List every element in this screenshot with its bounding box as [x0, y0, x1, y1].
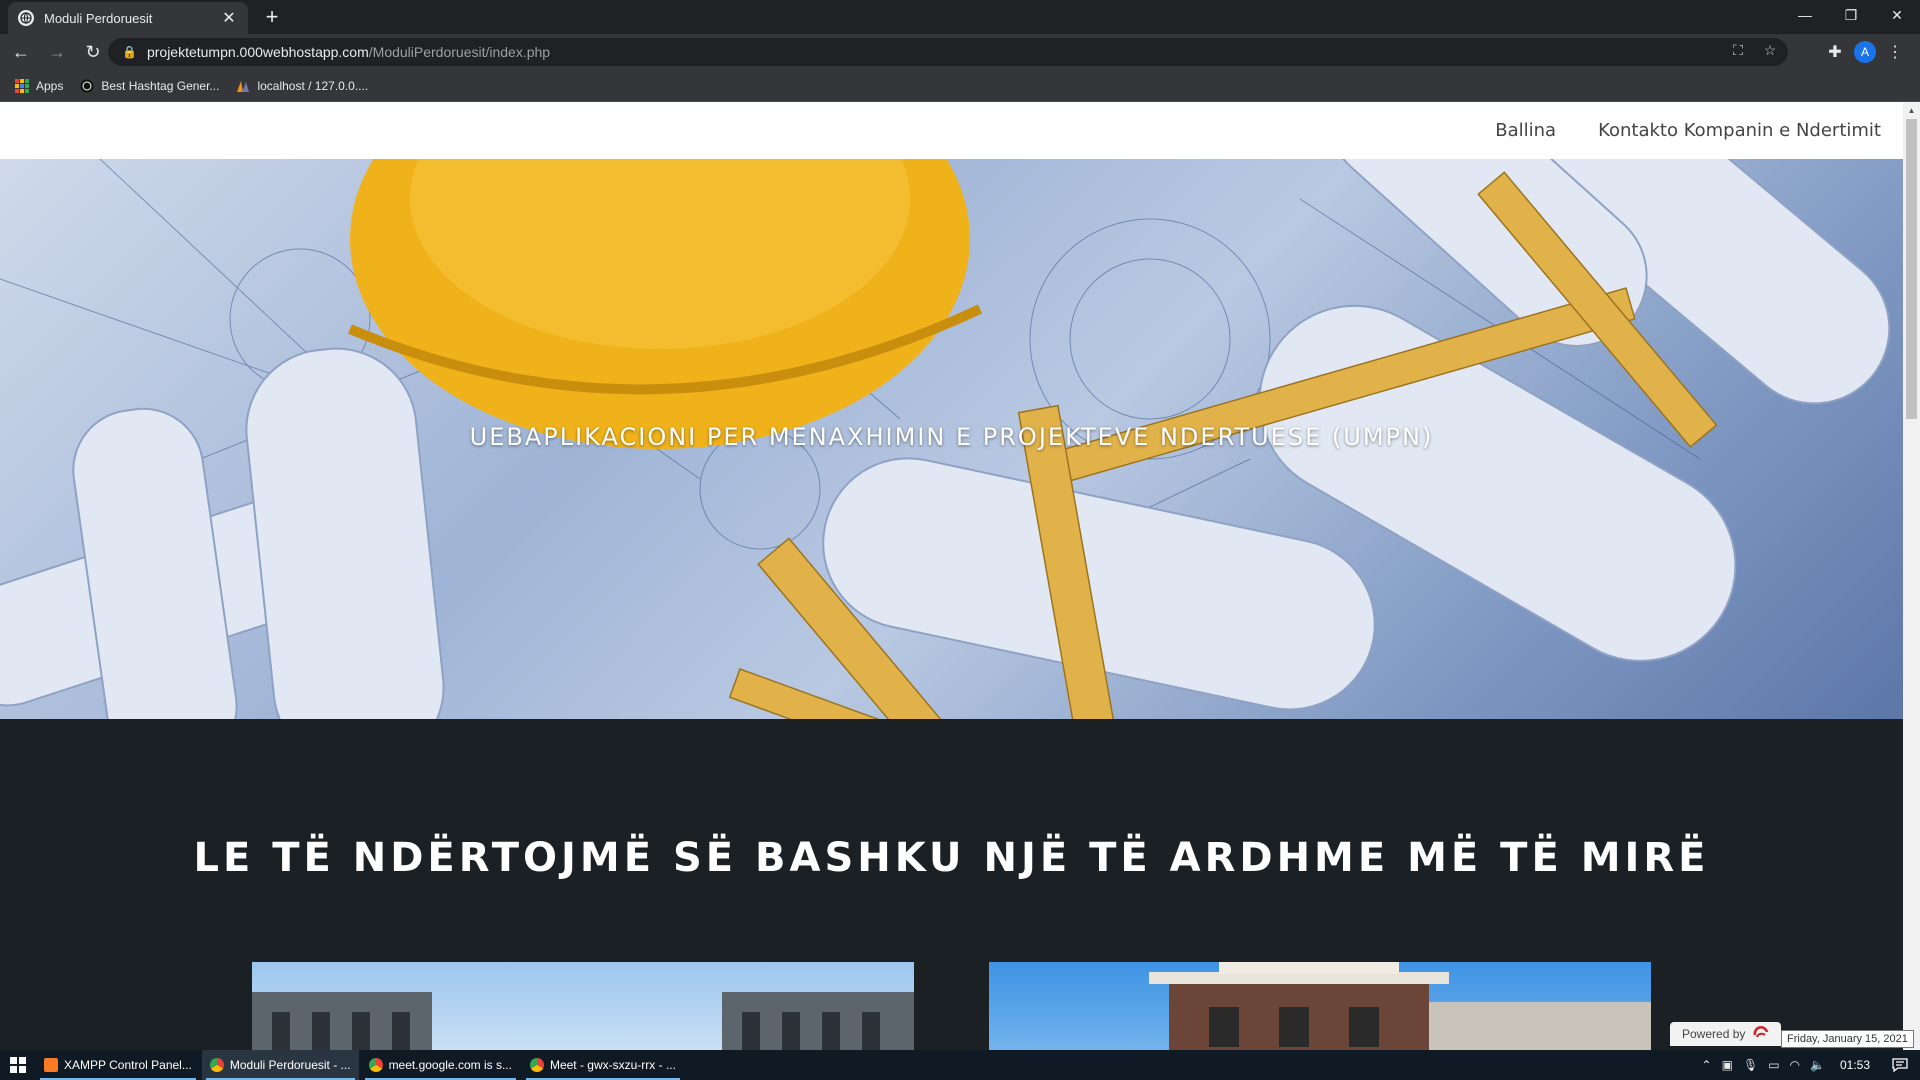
reload-button[interactable]: ↻ — [78, 37, 108, 67]
avatar: A — [1854, 41, 1876, 63]
address-bar[interactable]: 🔒 projektetumpn.000webhostapp.com /Modul… — [108, 38, 1788, 66]
scroll-up-arrow-icon[interactable]: ▲ — [1903, 102, 1920, 119]
new-tab-button[interactable]: + — [260, 6, 284, 30]
taskbar-item-label: meet.google.com is s... — [388, 1058, 512, 1072]
nav-link-ballina[interactable]: Ballina — [1495, 120, 1556, 141]
forward-button[interactable]: → — [42, 37, 72, 67]
hashtag-site-icon — [79, 78, 95, 94]
chrome-icon — [368, 1058, 383, 1072]
bookmark-hashtag[interactable]: Best Hashtag Gener... — [79, 78, 219, 94]
battery-icon[interactable]: ▭ — [1768, 1058, 1779, 1072]
phpmyadmin-icon — [235, 78, 251, 94]
taskbar-item-chrome-meet[interactable]: Meet - gwx-sxzu-rrx - ... — [522, 1050, 684, 1080]
taskbar-item-chrome-meet-share[interactable]: meet.google.com is s... — [361, 1050, 520, 1080]
hero-title: UEBAPLIKACIONI PER MENAXHIMIN E PROJEKTE… — [469, 423, 1434, 451]
bookmark-label: localhost / 127.0.0.... — [257, 78, 369, 93]
taskbar-item-xampp[interactable]: XAMPP Control Panel... — [36, 1050, 200, 1080]
project-image-building-1[interactable] — [252, 962, 914, 1050]
chrome-icon — [209, 1058, 224, 1072]
url-host: projektetumpn.000webhostapp.com — [146, 44, 369, 60]
restore-button[interactable]: ❐ — [1828, 0, 1874, 30]
apps-grid-icon — [14, 78, 30, 94]
windows-start-button[interactable] — [0, 1050, 36, 1080]
minimize-button[interactable]: — — [1782, 0, 1828, 30]
url-path: /ModuliPerdoruesit/index.php — [368, 44, 551, 60]
nav-link-kontakto[interactable]: Kontakto Kompanin e Ndertimit — [1598, 120, 1881, 141]
microphone-icon[interactable]: 🎙 — [1743, 1058, 1758, 1072]
taskbar-clock[interactable]: 01:53 — [1840, 1058, 1870, 1072]
webhost-logo-icon — [1753, 1026, 1769, 1038]
profile-button[interactable]: A — [1850, 37, 1880, 67]
xampp-icon — [44, 1058, 58, 1072]
taskbar-item-chrome-moduli[interactable]: Moduli Perdoruesit - ... — [201, 1050, 359, 1080]
lock-icon[interactable]: 🔒 — [122, 45, 137, 59]
chrome-icon — [529, 1058, 544, 1072]
intro-section: LE TË NDËRTOJMË SË BASHKU NJË TË ARDHME … — [0, 719, 1903, 1050]
close-window-button[interactable]: ✕ — [1874, 0, 1920, 30]
menu-kebab-icon[interactable]: ⋮ — [1880, 37, 1910, 67]
bookmarks-bar: Apps Best Hashtag Gener... localhost / 1… — [0, 70, 1920, 102]
wifi-icon[interactable]: ◠ — [1790, 1058, 1800, 1072]
back-button[interactable]: ← — [6, 37, 36, 67]
page-viewport: Ballina Kontakto Kompanin e Ndertimit UE… — [0, 102, 1920, 1050]
bookmark-star-icon[interactable]: ☆ — [1760, 42, 1780, 62]
section-heading: LE TË NDËRTOJMË SË BASHKU NJË TË ARDHME … — [193, 835, 1710, 881]
browser-toolbar: ← → ↻ 🔒 projektetumpn.000webhostapp.com … — [0, 34, 1920, 70]
tab-strip: Moduli Perdoruesit ✕ + — ❐ ✕ — [0, 0, 1920, 34]
powered-by-badge[interactable]: Powered by — [1670, 1022, 1782, 1046]
hero-banner: UEBAPLIKACIONI PER MENAXHIMIN E PROJEKTE… — [0, 159, 1903, 719]
site-navbar: Ballina Kontakto Kompanin e Ndertimit — [0, 102, 1903, 159]
volume-icon[interactable]: 🔈 — [1810, 1058, 1825, 1072]
bookmark-label: Best Hashtag Gener... — [101, 78, 220, 93]
translate-icon[interactable]: ⛶ — [1728, 42, 1748, 62]
project-image-building-2[interactable] — [989, 962, 1651, 1050]
windows-logo-icon — [10, 1057, 26, 1073]
page-scrollbar[interactable]: ▲ ▼ — [1903, 102, 1920, 1050]
browser-tab-active[interactable]: Moduli Perdoruesit ✕ — [8, 2, 248, 34]
close-tab-icon[interactable]: ✕ — [220, 8, 238, 28]
globe-icon — [18, 10, 34, 26]
window-controls: — ❐ ✕ — [1782, 0, 1920, 30]
taskbar-item-label: Meet - gwx-sxzu-rrx - ... — [549, 1058, 676, 1072]
taskbar-item-label: Moduli Perdoruesit - ... — [229, 1058, 351, 1072]
bookmark-label: Apps — [36, 78, 64, 93]
meet-screen-share-icon[interactable]: ▣ — [1722, 1058, 1733, 1072]
bookmark-localhost[interactable]: localhost / 127.0.0.... — [235, 78, 368, 94]
system-tray: ⌃ ▣ 🎙 ▭ ◠ 🔈 01:53 — [1697, 1050, 1920, 1080]
scroll-thumb[interactable] — [1906, 119, 1917, 419]
bookmark-apps[interactable]: Apps — [14, 78, 63, 94]
powered-by-label: Powered by — [1682, 1027, 1746, 1041]
extensions-puzzle-icon[interactable]: ✚ — [1820, 37, 1850, 67]
date-tooltip: Friday, January 15, 2021 — [1781, 1030, 1914, 1048]
web-page: Ballina Kontakto Kompanin e Ndertimit UE… — [0, 102, 1903, 1050]
show-hidden-icons-chevron-icon[interactable]: ⌃ — [1702, 1058, 1712, 1072]
tab-title: Moduli Perdoruesit — [44, 10, 153, 26]
taskbar-item-label: XAMPP Control Panel... — [64, 1058, 192, 1072]
action-center-notification-icon[interactable] — [1880, 1050, 1920, 1080]
windows-taskbar: XAMPP Control Panel... Moduli Perdoruesi… — [0, 1050, 1920, 1080]
